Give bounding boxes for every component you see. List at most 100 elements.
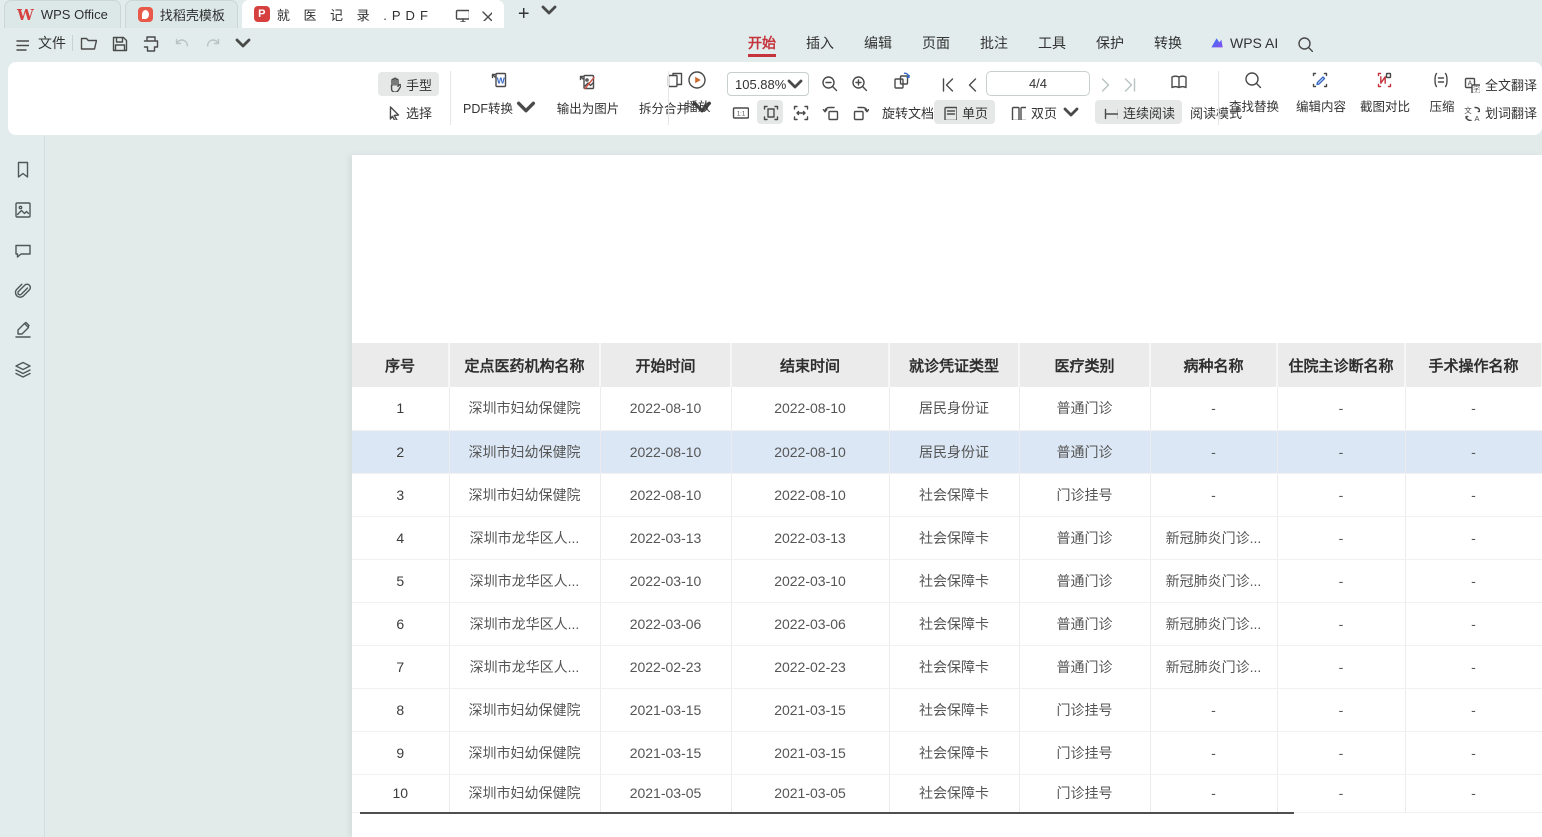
menu-item-insert[interactable]: 插入 <box>791 28 849 58</box>
table-cell: 门诊挂号 <box>1019 473 1150 516</box>
edit-content-button[interactable]: 编辑内容 <box>1290 70 1352 115</box>
layers-icon[interactable] <box>13 360 32 379</box>
save-icon[interactable] <box>110 34 128 52</box>
left-sidebar <box>0 136 45 837</box>
table-cell: 门诊挂号 <box>1019 731 1150 774</box>
rotate-right-button[interactable] <box>847 100 873 124</box>
hamburger-icon[interactable] <box>14 36 29 51</box>
table-cell: 深圳市妇幼保健院 <box>449 430 600 473</box>
table-cell: 新冠肺炎门诊... <box>1150 516 1277 559</box>
table-cell: 深圳市妇幼保健院 <box>449 688 600 731</box>
table-cell: 2022-08-10 <box>600 387 731 430</box>
tab-label: WPS Office <box>41 7 108 22</box>
table-cell: 深圳市妇幼保健院 <box>449 473 600 516</box>
fit-page-button[interactable] <box>757 100 783 124</box>
rotate-doc-label[interactable]: 旋转文档 <box>882 103 934 122</box>
menu-item-comment[interactable]: 批注 <box>965 28 1023 58</box>
last-page-button[interactable] <box>1118 72 1140 96</box>
menu-item-wps-ai[interactable]: WPS AI <box>1209 35 1278 51</box>
table-cell: 5 <box>352 559 449 602</box>
column-header: 病种名称 <box>1150 343 1277 387</box>
docer-logo-icon <box>138 7 153 22</box>
first-page-icon <box>938 75 956 93</box>
thumbnail-icon[interactable] <box>13 200 32 219</box>
menu-item-tools[interactable]: 工具 <box>1023 28 1081 58</box>
rotate-left-button[interactable] <box>817 100 843 124</box>
signature-icon[interactable] <box>13 320 32 339</box>
select-tool-button[interactable]: 选择 <box>378 100 439 124</box>
rotate-pages-icon[interactable] <box>892 71 916 95</box>
screenshot-compare-button[interactable]: 截图对比 <box>1354 70 1416 115</box>
read-mode-icon[interactable] <box>1169 72 1193 96</box>
menu-item-page[interactable]: 页面 <box>907 28 965 58</box>
zoom-out-icon[interactable] <box>820 74 838 92</box>
menu-item-protect[interactable]: 保护 <box>1081 28 1139 58</box>
bookmark-icon[interactable] <box>13 160 32 179</box>
new-tab-button[interactable]: + <box>518 0 530 28</box>
zoom-level-select[interactable]: 105.88% <box>727 72 809 96</box>
tab-label: 找稻壳模板 <box>160 5 225 24</box>
table-cell: 2022-03-13 <box>600 516 731 559</box>
export-image-button[interactable]: 输出为图片 <box>546 70 630 118</box>
prev-page-button[interactable] <box>961 72 983 96</box>
table-cell: 社会保障卡 <box>889 731 1019 774</box>
svg-text:W: W <box>497 76 506 86</box>
table-cell: 居民身份证 <box>889 430 1019 473</box>
table-cell: - <box>1150 688 1277 731</box>
table-cell: 普通门诊 <box>1019 645 1150 688</box>
table-cell: 2022-08-10 <box>731 473 889 516</box>
continuous-reading-button[interactable]: 连续阅读 <box>1095 100 1182 124</box>
fit-page-icon <box>761 103 779 121</box>
play-button[interactable]: 播放 <box>676 70 720 115</box>
first-page-button[interactable] <box>936 72 958 96</box>
next-page-button[interactable] <box>1093 72 1115 96</box>
table-row: 4深圳市龙华区人...2022-03-132022-03-13社会保障卡普通门诊… <box>352 516 1542 559</box>
fit-width-button[interactable] <box>787 100 813 124</box>
table-row: 3深圳市妇幼保健院2022-08-102022-08-10社会保障卡门诊挂号--… <box>352 473 1542 516</box>
table-cell: - <box>1277 645 1405 688</box>
table-cell: 1 <box>352 387 449 430</box>
menu-item-convert[interactable]: 转换 <box>1139 28 1197 58</box>
actual-size-button[interactable]: 1:1 <box>727 100 753 124</box>
hand-tool-button[interactable]: 手型 <box>378 72 439 96</box>
double-page-button[interactable]: 双页 <box>1003 100 1087 124</box>
quick-tools-chevron-icon[interactable] <box>234 34 252 52</box>
hand-icon <box>385 76 401 92</box>
column-header: 序号 <box>352 343 449 387</box>
close-tab-icon[interactable] <box>479 8 492 21</box>
table-cell: 社会保障卡 <box>889 473 1019 516</box>
word-translate-button[interactable]: 文A 划词翻译 <box>1456 100 1542 124</box>
open-folder-icon[interactable] <box>79 34 97 52</box>
redo-icon[interactable] <box>203 34 221 52</box>
table-cell: 2021-03-05 <box>600 774 731 812</box>
comment-icon[interactable] <box>13 241 32 260</box>
find-replace-button[interactable]: 查找替换 <box>1220 70 1288 115</box>
pdf-convert-button[interactable]: W PDF转换 <box>460 70 540 118</box>
menu-item-edit[interactable]: 编辑 <box>849 28 907 58</box>
table-row: 1深圳市妇幼保健院2022-08-102022-08-10居民身份证普通门诊--… <box>352 387 1542 430</box>
full-translate-button[interactable]: A字 全文翻译 <box>1456 72 1542 96</box>
tab-document[interactable]: P 就 医 记 录 .PDF <box>242 0 504 28</box>
table-cell: 社会保障卡 <box>889 559 1019 602</box>
print-icon[interactable] <box>141 34 159 52</box>
attachment-icon[interactable] <box>13 281 32 300</box>
document-viewport[interactable]: 序号定点医药机构名称开始时间结束时间就诊凭证类型医疗类别病种名称住院主诊断名称手… <box>46 136 1542 837</box>
svg-text:A: A <box>1474 114 1479 121</box>
menu-item-home[interactable]: 开始 <box>733 28 791 58</box>
tab-list-chevron-icon[interactable] <box>540 1 558 19</box>
table-cell: 普通门诊 <box>1019 602 1150 645</box>
table-cell: 2022-02-23 <box>600 645 731 688</box>
search-icon[interactable] <box>1296 35 1313 52</box>
single-page-button[interactable]: 单页 <box>934 100 995 124</box>
file-menu[interactable]: 文件 <box>38 33 66 53</box>
pdf-page: 序号定点医药机构名称开始时间结束时间就诊凭证类型医疗类别病种名称住院主诊断名称手… <box>352 155 1542 837</box>
tab-docer[interactable]: 找稻壳模板 <box>125 0 238 28</box>
undo-icon[interactable] <box>172 34 190 52</box>
page-indicator-input[interactable]: 4/4 <box>986 71 1090 96</box>
document-title: 就 医 记 录 .PDF <box>277 5 433 24</box>
zoom-in-icon[interactable] <box>850 74 868 92</box>
tab-wps-office[interactable]: W WPS Office <box>4 0 121 28</box>
table-cell: 7 <box>352 645 449 688</box>
table-cell: - <box>1405 430 1542 473</box>
monitor-icon[interactable] <box>454 7 469 22</box>
